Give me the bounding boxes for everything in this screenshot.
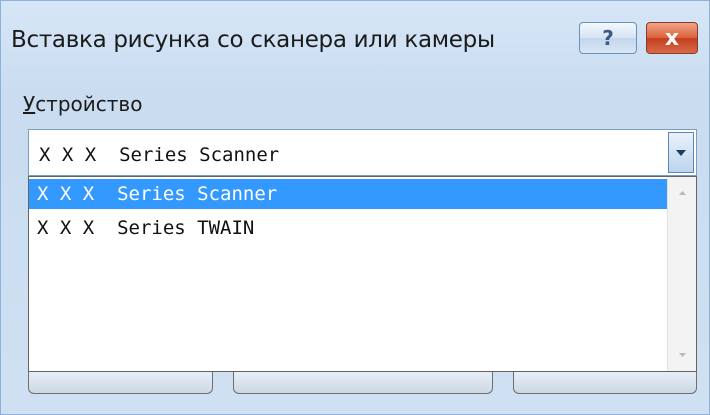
action-button-middle[interactable] (233, 372, 493, 394)
device-label-text: стройство (35, 92, 143, 116)
dialog-title: Вставка рисунка со сканера или камеры (11, 27, 495, 53)
scroll-down-button[interactable] (668, 345, 696, 365)
action-button-left[interactable] (28, 372, 213, 394)
device-label: Устройство (23, 92, 142, 116)
device-combobox-value: X X X Series Scanner (39, 144, 280, 166)
scroll-up-button[interactable] (668, 183, 696, 203)
title-bar[interactable]: Вставка рисунка со сканера или камеры ? … (1, 1, 709, 76)
close-icon: x (664, 25, 680, 51)
device-combobox[interactable]: X X X Series Scanner (28, 129, 697, 176)
scroll-up-arrow-icon (678, 191, 686, 195)
scroll-down-arrow-icon (678, 353, 686, 357)
action-button-right[interactable] (513, 372, 697, 394)
dropdown-scrollbar[interactable] (667, 177, 696, 371)
device-dropdown-button[interactable] (668, 132, 694, 173)
device-option[interactable]: X X X Series Scanner (29, 179, 667, 209)
chevron-down-icon (676, 149, 686, 156)
device-dropdown-list[interactable]: X X X Series Scanner X X X Series TWAIN (28, 176, 697, 372)
help-icon: ? (602, 26, 614, 50)
help-button[interactable]: ? (579, 22, 637, 54)
device-option[interactable]: X X X Series TWAIN (29, 213, 667, 243)
device-label-accelerator: У (23, 92, 36, 116)
close-button[interactable]: x (646, 22, 698, 54)
insert-picture-dialog: Вставка рисунка со сканера или камеры ? … (0, 0, 710, 415)
